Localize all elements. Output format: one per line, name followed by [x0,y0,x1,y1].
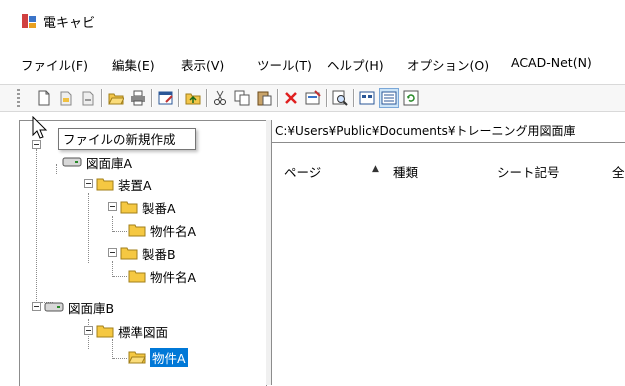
menu-options[interactable]: オプション(O) [407,55,489,74]
menu-acad-net[interactable]: ACAD-Net(N) [511,55,592,70]
tree-node-folder[interactable]: 装置A [96,175,152,193]
tree-node-label: 物件名A [150,223,197,239]
file-list-panel: C:¥Users¥Public¥Documents¥トレーニング用図面庫 ページ… [271,120,625,385]
app-icon [22,14,36,28]
tree-node-selected[interactable]: 物件A [128,347,188,367]
tree-node-label: 標準図面 [118,324,169,340]
column-header-sheet-code[interactable]: シート記号 [497,162,560,181]
folder-tree[interactable]: 図面庫A 装置A 製番A 物件名A 製番B 物件名A 図面庫B 標準図面 物件A [19,120,267,386]
view-details-icon[interactable] [379,88,399,108]
open-file-icon[interactable] [56,88,76,108]
title-bar: 電キャビ [0,0,625,40]
refresh-icon[interactable] [401,88,421,108]
menu-bar: ファイル(F) 編集(E) 表示(V) ツール(T) ヘルプ(H) オプション(… [0,55,625,73]
tree-node-label: 製番B [142,246,176,262]
tree-node-folder[interactable]: 製番B [120,244,176,262]
window-title: 電キャビ [43,16,96,31]
close-file-icon[interactable] [78,88,98,108]
menu-view[interactable]: 表示(V) [181,55,224,74]
tree-node-label: 物件名A [150,269,197,285]
folder-icon [96,325,114,338]
menu-tools[interactable]: ツール(T) [257,55,312,74]
tooltip: ファイルの新規作成 [58,128,196,150]
edit-properties-icon[interactable] [156,88,176,108]
current-path: C:¥Users¥Public¥Documents¥トレーニング用図面庫 [272,120,625,143]
search-icon[interactable] [330,88,350,108]
tree-expander[interactable] [108,248,117,257]
tree-node-folder[interactable]: 製番A [120,198,176,216]
menu-file[interactable]: ファイル(F) [21,55,88,74]
open-folder-icon [128,351,146,364]
print-icon[interactable] [128,88,148,108]
folder-icon [128,224,146,237]
menu-edit[interactable]: 編集(E) [112,55,155,74]
delete-icon[interactable] [281,88,301,108]
tree-node-drive-b[interactable]: 図面庫B [44,298,114,316]
file-list[interactable] [272,182,625,385]
tree-node-folder[interactable]: 標準図面 [96,322,168,340]
mouse-cursor-icon [32,116,48,139]
copy-icon[interactable] [232,88,252,108]
drive-icon [62,157,82,167]
open-folder-icon[interactable] [106,88,126,108]
tree-expander[interactable] [108,202,117,211]
tree-node-label: 製番A [142,200,176,216]
toolbar [0,84,625,112]
folder-up-icon[interactable] [183,88,203,108]
tree-expander[interactable] [84,179,93,188]
tree-node-label: 装置A [118,177,152,193]
view-list-icon[interactable] [357,88,377,108]
toolbar-grip[interactable] [17,89,20,107]
tree-node-folder[interactable]: 物件名A [128,267,196,285]
column-header-overflow[interactable]: 全 [612,162,625,181]
column-header-type[interactable]: 種類 [393,162,418,181]
cut-icon[interactable] [210,88,230,108]
sort-ascending-icon: ▲ [372,164,379,174]
tree-node-drive-a[interactable]: 図面庫A [62,153,132,171]
folder-icon [128,270,146,283]
tree-node-label: 図面庫B [68,300,115,316]
folder-icon [120,201,138,214]
properties-icon[interactable] [303,88,323,108]
drive-icon [44,302,64,312]
column-header-page[interactable]: ページ [284,162,321,181]
menu-help[interactable]: ヘルプ(H) [327,55,384,74]
tree-expander[interactable] [84,326,93,335]
tree-root-expander[interactable] [32,140,41,149]
column-headers: ページ ▲ 種類 シート記号 全 [272,162,625,182]
new-file-icon[interactable] [34,88,54,108]
tree-expander[interactable] [32,302,41,311]
tree-node-label: 図面庫A [86,155,133,171]
paste-icon[interactable] [254,88,274,108]
tree-node-folder[interactable]: 物件名A [128,221,196,239]
folder-icon [96,178,114,191]
folder-icon [120,247,138,260]
tree-node-label: 物件A [150,347,188,367]
